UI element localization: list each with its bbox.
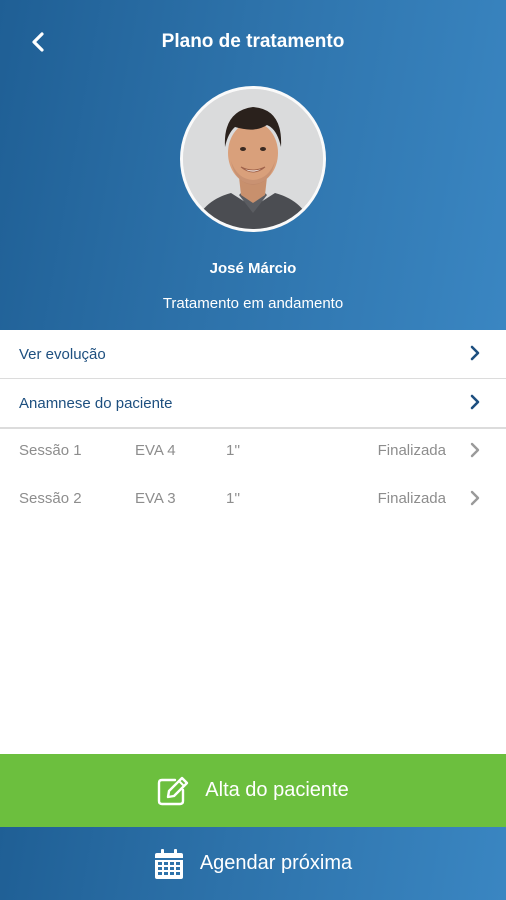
discharge-label: Alta do paciente bbox=[205, 779, 349, 801]
session-duration: 1'' bbox=[226, 490, 241, 507]
session-row[interactable]: Sessão 2 EVA 3 1'' Finalizada bbox=[0, 477, 506, 523]
schedule-next-button[interactable]: Agendar próxima bbox=[0, 827, 506, 900]
page-title: Plano de tratamento bbox=[161, 31, 345, 52]
chevron-right-icon bbox=[470, 394, 480, 414]
session-name: Sessão 1 bbox=[19, 442, 82, 459]
menu-item-label: Ver evolução bbox=[19, 346, 106, 363]
session-duration: 1'' bbox=[226, 442, 241, 459]
menu-item-anamnese[interactable]: Anamnese do paciente bbox=[0, 379, 506, 428]
calendar-icon bbox=[154, 848, 184, 880]
session-eva: EVA 4 bbox=[135, 442, 176, 459]
menu-item-label: Anamnese do paciente bbox=[19, 395, 173, 412]
session-name: Sessão 2 bbox=[19, 490, 82, 507]
edit-icon bbox=[157, 776, 189, 806]
chevron-right-icon bbox=[470, 490, 480, 510]
menu-item-ver-evolucao[interactable]: Ver evolução bbox=[0, 330, 506, 379]
session-status: Finalizada bbox=[377, 490, 446, 507]
discharge-patient-button[interactable]: Alta do paciente bbox=[0, 754, 506, 827]
session-eva: EVA 3 bbox=[135, 490, 176, 507]
avatar bbox=[180, 86, 326, 232]
patient-name: José Márcio bbox=[209, 260, 297, 277]
chevron-right-icon bbox=[470, 345, 480, 365]
session-status: Finalizada bbox=[377, 442, 446, 459]
treatment-status: Tratamento em andamento bbox=[162, 295, 344, 312]
chevron-right-icon bbox=[470, 442, 480, 462]
session-row[interactable]: Sessão 1 EVA 4 1'' Finalizada bbox=[0, 429, 506, 475]
schedule-label: Agendar próxima bbox=[199, 852, 353, 874]
header: Plano de tratamento José Márcio Tratamen… bbox=[0, 0, 506, 330]
